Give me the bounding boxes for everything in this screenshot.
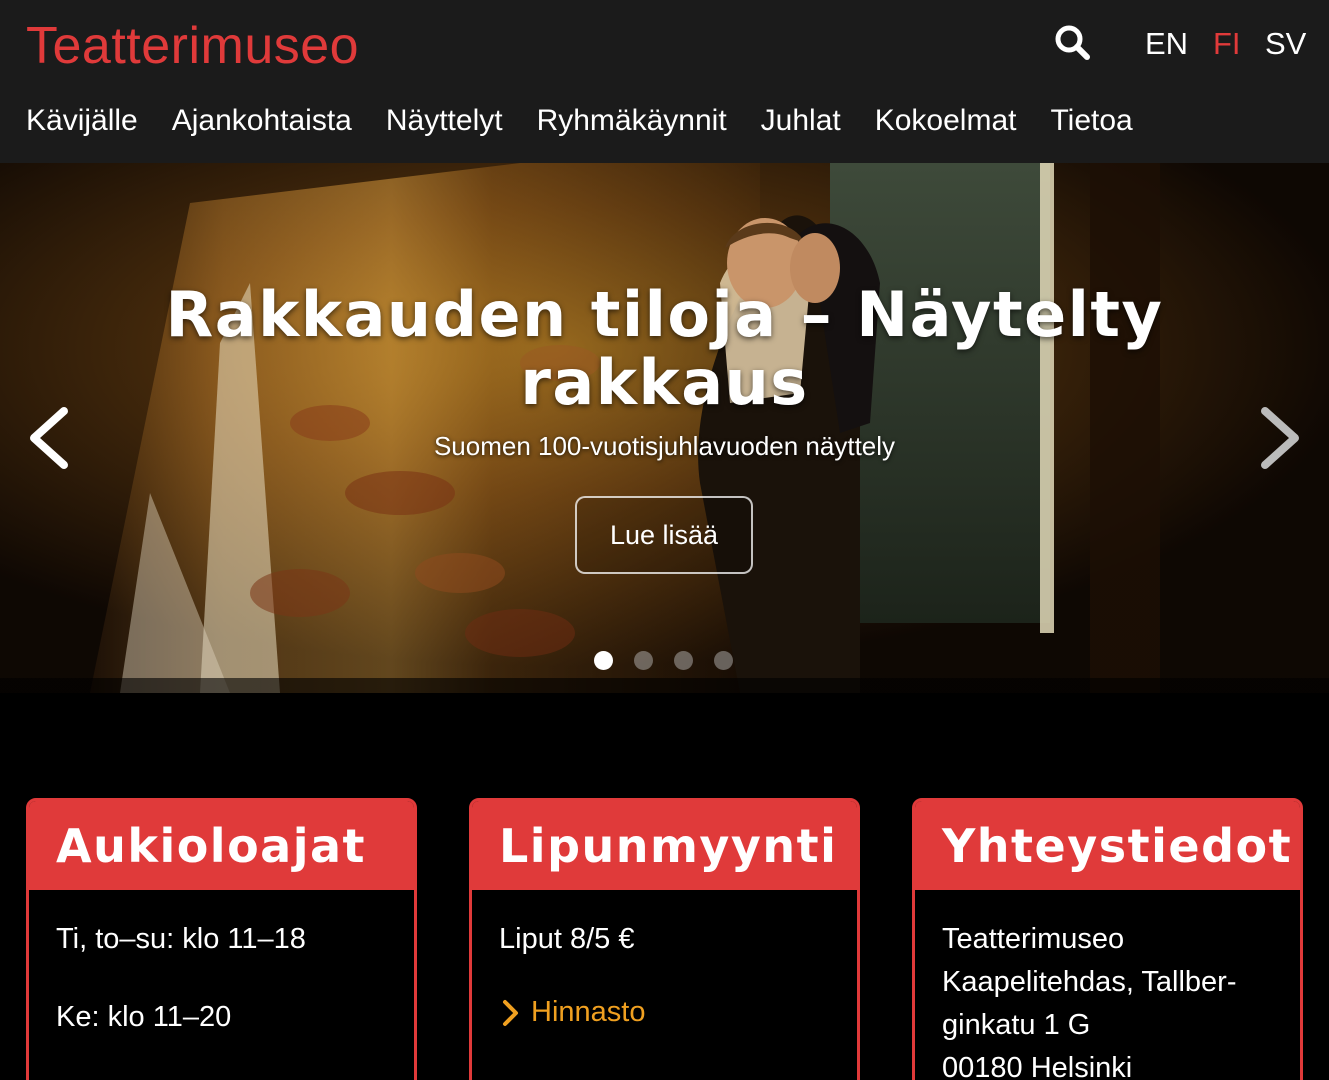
nav-item-nayttelyt[interactable]: Näyttelyt xyxy=(386,104,503,138)
site-logo[interactable]: Teatterimuseo xyxy=(26,16,359,76)
price-list-label: Hinnasto xyxy=(531,996,646,1028)
carousel-dot[interactable] xyxy=(634,651,653,670)
carousel-dots xyxy=(594,651,733,670)
nav-item-kavijalle[interactable]: Kävijälle xyxy=(26,104,138,138)
lang-fi-link[interactable]: FI xyxy=(1213,26,1241,62)
contact-card-body: Teatterimuseo Kaapelitehdas, Tallber- gi… xyxy=(915,890,1300,1080)
lang-sv-link[interactable]: SV xyxy=(1265,26,1306,62)
contact-card-header: Yhteystiedot xyxy=(915,801,1300,890)
nav-item-tietoa[interactable]: Tietoa xyxy=(1050,104,1132,138)
chevron-left-icon[interactable] xyxy=(24,403,74,473)
hours-card-title: Aukioloajat xyxy=(56,818,367,873)
nav-item-ryhmakaynnit[interactable]: Ryhmäkäynnit xyxy=(537,104,727,138)
nav-item-juhlat[interactable]: Juhlat xyxy=(761,104,841,138)
lang-en-link[interactable]: EN xyxy=(1145,26,1188,62)
carousel-dot[interactable] xyxy=(714,651,733,670)
hours-card-header: Aukioloajat xyxy=(29,801,414,890)
hero-subtitle: Suomen 100-vuotisjuhlavuoden näyttely xyxy=(433,431,896,461)
carousel-dot[interactable] xyxy=(594,651,613,670)
contact-line: Teatterimuseo xyxy=(942,923,1125,955)
ticket-price: Liput 8/5 € xyxy=(499,923,635,955)
carousel-dot[interactable] xyxy=(674,651,693,670)
nav-item-kokoelmat[interactable]: Kokoelmat xyxy=(875,104,1017,138)
price-list-link[interactable]: Hinnasto xyxy=(499,996,830,1029)
nav-item-ajankohtaista[interactable]: Ajankohtaista xyxy=(172,104,352,138)
hero-carousel: Rakkauden tiloja – Näytelty rakkaus Suom… xyxy=(0,163,1329,693)
contact-card: Yhteystiedot Teatterimuseo Kaapelitehdas… xyxy=(912,798,1303,1080)
tickets-card-title: Lipunmyynti xyxy=(499,818,838,873)
chevron-right-icon xyxy=(503,999,518,1026)
hours-card-body: Ti, to–su: klo 11–18 Ke: klo 11–20 xyxy=(29,890,414,1039)
contact-line: Kaapelitehdas, Tallber- xyxy=(942,966,1237,998)
hours-line: Ke: klo 11–20 xyxy=(56,1001,232,1033)
hero-image xyxy=(0,163,1329,693)
tickets-card-header: Lipunmyynti xyxy=(472,801,857,890)
chevron-right-icon[interactable] xyxy=(1255,403,1305,473)
contact-card-title: Yhteystiedot xyxy=(942,818,1293,873)
hours-card: Aukioloajat Ti, to–su: klo 11–18 Ke: klo… xyxy=(26,798,417,1080)
tickets-card: Lipunmyynti Liput 8/5 € Hinnasto xyxy=(469,798,860,1080)
hours-line: Ti, to–su: klo 11–18 xyxy=(56,923,306,955)
read-more-button[interactable]: Lue lisää xyxy=(575,496,753,574)
contact-line: 00180 Helsinki xyxy=(942,1052,1133,1080)
search-icon[interactable] xyxy=(1052,22,1092,62)
tickets-card-body: Liput 8/5 € Hinnasto xyxy=(472,890,857,1029)
contact-line: ginkatu 1 G xyxy=(942,1009,1091,1041)
main-nav: Kävijälle Ajankohtaista Näyttelyt Ryhmäk… xyxy=(26,104,1133,138)
site-header: Teatterimuseo EN FI SV Kävijälle Ajankoh… xyxy=(0,0,1329,163)
hero-title: Rakkauden tiloja – Näytelty rakkaus xyxy=(165,278,1164,419)
